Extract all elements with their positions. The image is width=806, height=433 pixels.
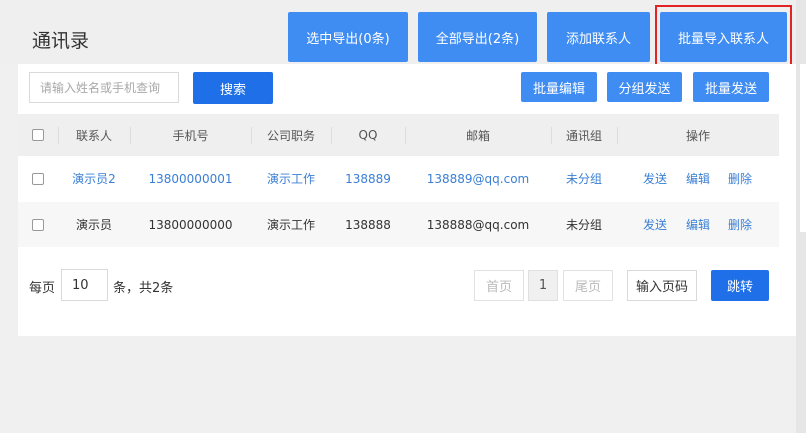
search-input[interactable] [29,72,179,103]
last-page-button[interactable]: 尾页 [563,270,613,301]
contact-name: 演示员 [75,218,112,232]
row-checkbox[interactable] [28,156,48,201]
export-all-button[interactable]: 全部导出(2条) [418,12,537,62]
contact-email[interactable]: 138889@qq.com [405,156,551,201]
table-row: 演示员 13800000000 演示工作 138888 138888@qq.co… [18,202,779,247]
first-page-button[interactable]: 首页 [474,270,524,301]
batch-send-button[interactable]: 批量发送 [693,72,769,102]
right-edge [796,0,806,433]
select-all-checkbox[interactable] [28,114,48,156]
contact-group: 未分组 [565,218,602,232]
table-row: 演示员2 13800000001 演示工作 138889 138889@qq.c… [18,156,779,201]
header-position: 公司职务 [266,128,315,143]
header-group: 通讯组 [565,128,602,143]
send-link[interactable]: 发送 [643,156,667,201]
delete-link[interactable]: 删除 [728,156,752,201]
right-edge-panel [800,64,806,232]
header-contact: 联系人 [75,128,112,143]
highlight-box [655,5,792,68]
contact-qq[interactable]: 138889 [331,156,405,201]
export-selected-button[interactable]: 选中导出(0条) [288,12,408,62]
edit-link[interactable]: 编辑 [686,202,710,247]
add-contact-button[interactable]: 添加联系人 [547,12,650,62]
send-link[interactable]: 发送 [643,202,667,247]
page-number-input[interactable]: 输入页码 [627,270,697,301]
contact-position[interactable]: 演示工作 [251,156,331,201]
row-checkbox[interactable] [28,202,48,247]
delete-link[interactable]: 删除 [728,202,752,247]
table-header: 联系人 手机号 公司职务 QQ 邮箱 通讯组 操作 [18,114,779,156]
jump-button[interactable]: 跳转 [711,270,769,301]
contact-group[interactable]: 未分组 [551,156,617,201]
contact-email: 138888@qq.com [426,217,530,232]
contact-name[interactable]: 演示员2 [58,156,130,201]
current-page[interactable]: 1 [528,270,558,301]
per-page-input[interactable]: 10 [61,269,108,301]
header-actions: 操作 [685,128,710,143]
header-qq: QQ [358,128,378,142]
contact-phone: 13800000000 [148,217,233,232]
total-label: 条，共2条 [113,281,174,296]
edit-link[interactable]: 编辑 [686,156,710,201]
page-title: 通讯录 [32,30,90,52]
per-page-label: 每页 [29,281,56,296]
header-email: 邮箱 [465,128,490,143]
contact-phone[interactable]: 13800000001 [130,156,251,201]
search-button[interactable]: 搜索 [193,72,273,104]
contact-position: 演示工作 [266,218,315,232]
batch-edit-button[interactable]: 批量编辑 [521,72,597,102]
group-send-button[interactable]: 分组发送 [607,72,682,102]
header-phone: 手机号 [172,128,209,143]
contact-qq: 138888 [345,217,391,232]
